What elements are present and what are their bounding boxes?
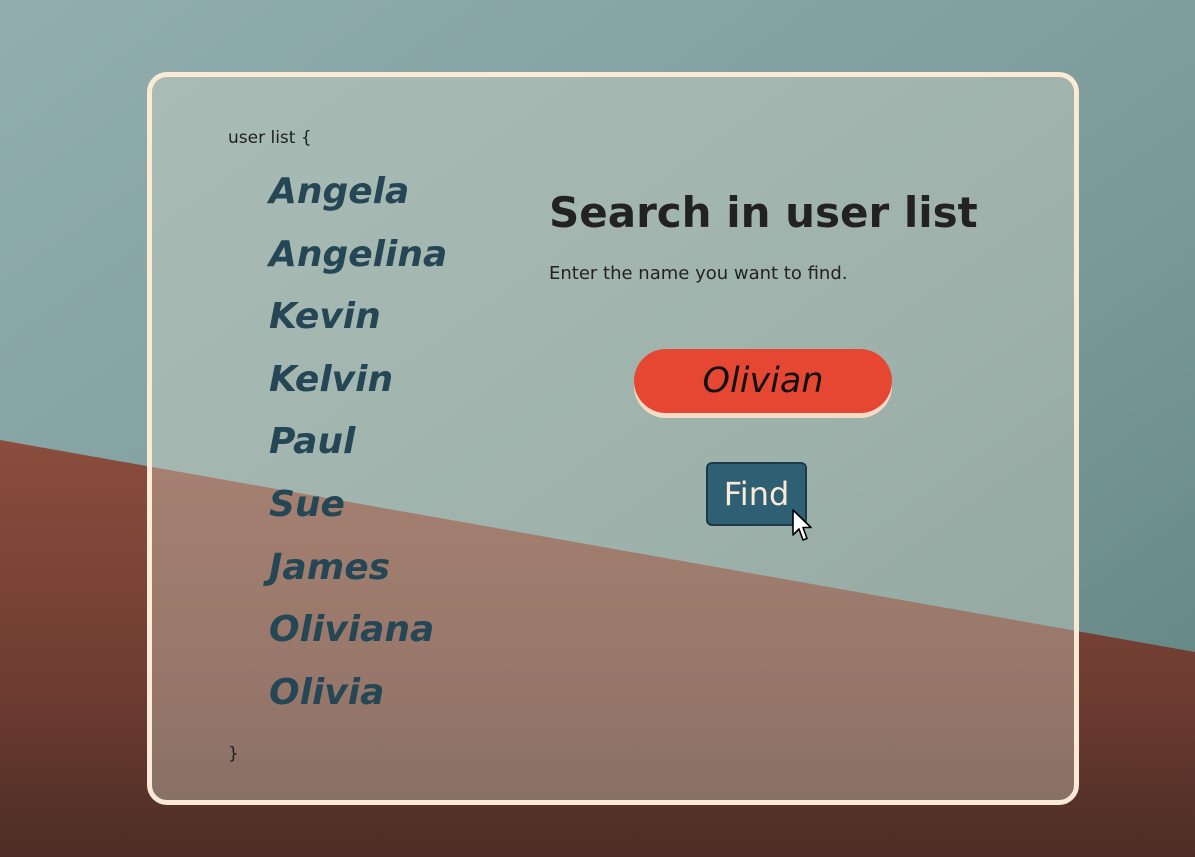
search-instruction: Enter the name you want to find. — [549, 263, 848, 284]
mouse-pointer-icon — [792, 509, 812, 541]
list-item: Paul — [269, 421, 356, 463]
search-input[interactable] — [634, 349, 892, 413]
list-item: Olivia — [269, 671, 385, 713]
list-item: Kelvin — [269, 358, 394, 400]
user-list-open-brace: user list { — [228, 128, 312, 148]
page-title: Search in user list — [549, 188, 978, 237]
list-item: Oliviana — [269, 609, 435, 651]
list-item: Sue — [269, 483, 345, 525]
list-item: Angelina — [269, 233, 448, 275]
user-list: Angela Angelina Kevin Kelvin Paul Sue Ja… — [269, 161, 447, 724]
search-card: user list { Angela Angelina Kevin Kelvin… — [147, 72, 1079, 805]
list-item: Angela — [269, 171, 410, 212]
list-item: Kevin — [269, 296, 381, 338]
user-list-close-brace: } — [228, 744, 239, 764]
list-item: James — [269, 546, 391, 588]
